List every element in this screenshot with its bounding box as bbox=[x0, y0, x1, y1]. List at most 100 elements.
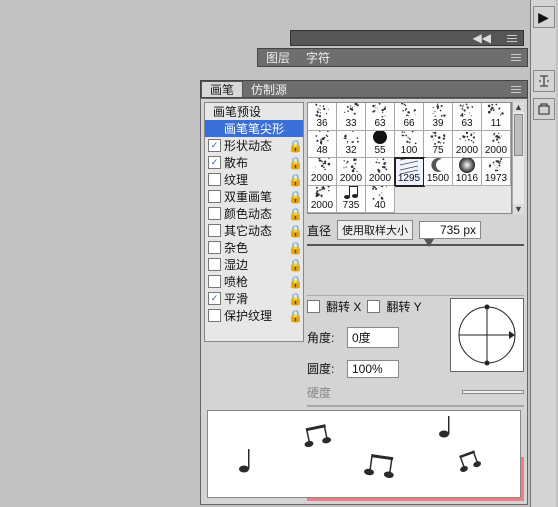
tab-clone-source[interactable]: 仿制源 bbox=[243, 81, 295, 97]
brush-thumb[interactable]: 63 bbox=[453, 103, 482, 131]
tab-character[interactable]: 字符 bbox=[298, 49, 338, 66]
brush-thumb[interactable]: 39 bbox=[424, 103, 453, 131]
setting-row-3[interactable]: 纹理🔒 bbox=[205, 171, 303, 188]
diameter-field[interactable]: 735 px bbox=[419, 221, 481, 239]
setting-checkbox[interactable] bbox=[208, 224, 221, 237]
setting-checkbox[interactable]: ✓ bbox=[208, 156, 221, 169]
brush-thumb[interactable]: 75 bbox=[424, 131, 453, 159]
angle-field[interactable]: 0度 bbox=[347, 327, 399, 348]
brush-thumb[interactable]: 11 bbox=[482, 103, 511, 131]
brush-thumb-shape bbox=[308, 158, 336, 174]
brush-thumb[interactable]: 1295 bbox=[395, 158, 424, 186]
tool-button-2[interactable] bbox=[533, 98, 555, 120]
roundness-field[interactable]: 100% bbox=[347, 360, 399, 378]
brush-thumb[interactable]: 63 bbox=[366, 103, 395, 131]
brush-thumb[interactable]: 40 bbox=[366, 186, 395, 214]
brush-panel-menu-icon[interactable] bbox=[511, 86, 527, 93]
play-icon-button[interactable]: ▶ bbox=[533, 6, 555, 28]
lock-icon[interactable]: 🔒 bbox=[288, 224, 303, 238]
brush-preview-icon bbox=[214, 414, 514, 494]
setting-checkbox[interactable] bbox=[208, 275, 221, 288]
flip-x-checkbox[interactable] bbox=[307, 300, 320, 313]
lock-icon[interactable]: 🔒 bbox=[288, 156, 303, 170]
brush-thumb[interactable]: 55 bbox=[366, 131, 395, 159]
setting-checkbox[interactable] bbox=[208, 258, 221, 271]
setting-checkbox[interactable]: ✓ bbox=[208, 139, 221, 152]
brush-thumb[interactable]: 2000 bbox=[337, 158, 366, 186]
play-icon: ▶ bbox=[538, 9, 549, 26]
brush-thumb-shape bbox=[366, 186, 394, 202]
setting-checkbox[interactable] bbox=[208, 207, 221, 220]
scroll-up-icon[interactable]: ▲ bbox=[513, 102, 524, 112]
lock-icon[interactable]: 🔒 bbox=[288, 309, 303, 323]
brush-size-label: 32 bbox=[345, 146, 356, 156]
brush-thumb-shape bbox=[366, 158, 394, 174]
hardness-row: 硬度 bbox=[307, 384, 524, 401]
brush-thumb[interactable]: 2000 bbox=[482, 131, 511, 159]
lock-icon[interactable]: 🔒 bbox=[288, 258, 303, 272]
brush-thumb[interactable]: 735 bbox=[337, 186, 366, 214]
lock-icon[interactable]: 🔒 bbox=[288, 207, 303, 221]
setting-row-8[interactable]: 湿边🔒 bbox=[205, 256, 303, 273]
angle-wheel[interactable] bbox=[450, 298, 524, 372]
panel-menu-icon[interactable] bbox=[507, 35, 517, 42]
brush-thumb[interactable]: 2000 bbox=[308, 158, 337, 186]
setting-row-11[interactable]: 保护纹理🔒 bbox=[205, 307, 303, 324]
scrollbar-thumb[interactable] bbox=[514, 114, 523, 156]
lock-icon[interactable]: 🔒 bbox=[288, 241, 303, 255]
tab-layers[interactable]: 图层 bbox=[258, 49, 298, 66]
setting-row-4[interactable]: 双重画笔🔒 bbox=[205, 188, 303, 205]
setting-checkbox[interactable]: ✓ bbox=[208, 292, 221, 305]
hardness-field bbox=[462, 390, 524, 394]
setting-row-2[interactable]: ✓散布🔒 bbox=[205, 154, 303, 171]
setting-row-10[interactable]: ✓平滑🔒 bbox=[205, 290, 303, 307]
setting-checkbox[interactable] bbox=[208, 173, 221, 186]
angle-section: 翻转 X 翻转 Y 角度: 0度 圆度: 100% bbox=[307, 298, 524, 378]
brush-thumb[interactable]: 1973 bbox=[482, 158, 511, 186]
setting-checkbox[interactable] bbox=[208, 309, 221, 322]
brush-thumb[interactable]: 100 bbox=[395, 131, 424, 159]
lock-icon[interactable]: 🔒 bbox=[288, 190, 303, 204]
setting-checkbox[interactable] bbox=[208, 190, 221, 203]
lock-icon[interactable]: 🔒 bbox=[288, 173, 303, 187]
scroll-down-icon[interactable]: ▼ bbox=[513, 204, 524, 214]
brush-size-label: 1973 bbox=[485, 174, 507, 184]
brush-thumb[interactable]: 2000 bbox=[308, 186, 337, 214]
brush-grid-scrollbar[interactable]: ▲ ▼ bbox=[512, 102, 524, 214]
tab-brush[interactable]: 画笔 bbox=[201, 81, 243, 97]
brush-presets-header[interactable]: 画笔预设 bbox=[205, 103, 303, 120]
setting-row-7[interactable]: 杂色🔒 bbox=[205, 239, 303, 256]
brush-size-label: 36 bbox=[316, 119, 327, 129]
upper-tab-group: 图层 字符 bbox=[257, 48, 528, 67]
brush-thumb-shape bbox=[453, 131, 481, 147]
brush-thumb[interactable]: 1016 bbox=[453, 158, 482, 186]
brush-thumb[interactable]: 2000 bbox=[453, 131, 482, 159]
lock-icon[interactable]: 🔒 bbox=[288, 275, 303, 289]
setting-row-9[interactable]: 喷枪🔒 bbox=[205, 273, 303, 290]
brush-thumb[interactable]: 2000 bbox=[366, 158, 395, 186]
setting-checkbox[interactable] bbox=[208, 241, 221, 254]
brush-size-label: 75 bbox=[432, 146, 443, 156]
brush-thumb[interactable]: 66 bbox=[395, 103, 424, 131]
lock-icon[interactable]: 🔒 bbox=[288, 139, 303, 153]
brush-thumb[interactable]: 48 bbox=[308, 131, 337, 159]
diameter-slider[interactable] bbox=[307, 240, 524, 289]
setting-row-5[interactable]: 颜色动态🔒 bbox=[205, 205, 303, 222]
setting-row-1[interactable]: ✓形状动态🔒 bbox=[205, 137, 303, 154]
brush-thumb-shape bbox=[482, 103, 510, 119]
lock-icon[interactable]: 🔒 bbox=[288, 292, 303, 306]
diameter-label: 直径 bbox=[307, 222, 331, 239]
upper-panel-menu-icon[interactable] bbox=[511, 54, 521, 61]
brush-thumb[interactable]: 36 bbox=[308, 103, 337, 131]
panel-collapse-bar[interactable]: ◀◀ bbox=[290, 30, 524, 46]
brush-thumb[interactable]: 33 bbox=[337, 103, 366, 131]
brush-thumb[interactable]: 32 bbox=[337, 131, 366, 159]
brush-thumb-shape bbox=[424, 103, 452, 119]
flip-y-checkbox[interactable] bbox=[367, 300, 380, 313]
use-sample-size-button[interactable]: 使用取样大小 bbox=[337, 220, 413, 240]
tool-button-1[interactable] bbox=[533, 70, 555, 92]
setting-row-0[interactable]: 画笔笔尖形状 bbox=[205, 120, 303, 137]
setting-row-6[interactable]: 其它动态🔒 bbox=[205, 222, 303, 239]
brush-thumb[interactable]: 1500 bbox=[424, 158, 453, 186]
brush-size-label: 2000 bbox=[456, 146, 478, 156]
